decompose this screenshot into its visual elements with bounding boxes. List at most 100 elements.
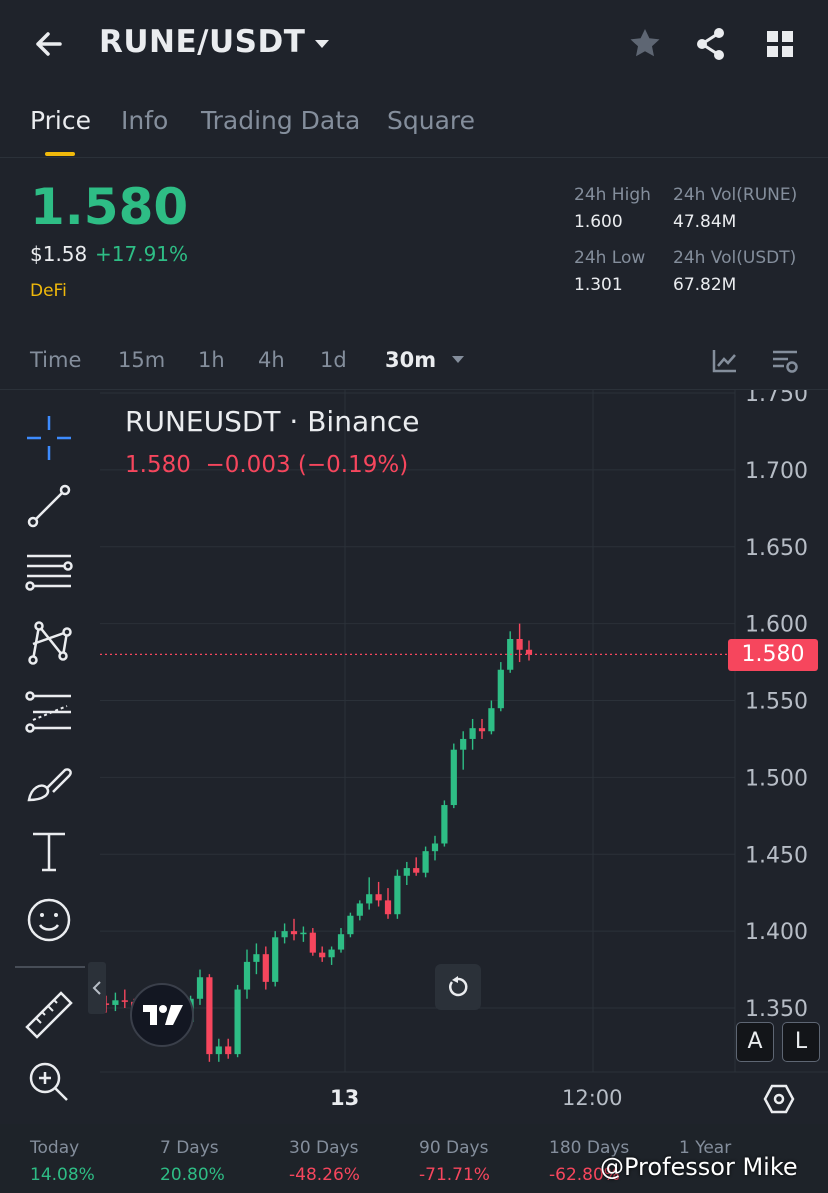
- toolbar-collapse-button[interactable]: [88, 962, 106, 1014]
- candle: [507, 631, 514, 673]
- log-scale-button[interactable]: L: [782, 1022, 820, 1062]
- candle: [394, 869, 401, 919]
- reset-icon: [449, 976, 468, 997]
- candle: [309, 928, 316, 956]
- candle: [525, 640, 533, 661]
- text-icon[interactable]: [23, 826, 75, 878]
- candle: [347, 912, 354, 938]
- chart-settings-icon[interactable]: [770, 346, 800, 376]
- interval-time[interactable]: Time: [30, 348, 81, 372]
- y-axis-tick: 1.700: [745, 459, 808, 484]
- candlestick-chart[interactable]: 1.750 1.700 1.650 1.600 1.550 1.500 1.450 1.400…: [0, 390, 828, 1124]
- candle: [262, 946, 269, 990]
- candle: [206, 974, 213, 1062]
- interval-4h[interactable]: 4h: [258, 348, 285, 372]
- candle: [422, 846, 429, 878]
- perf-value: -71.71%: [419, 1165, 490, 1185]
- chart-indicator-icon[interactable]: [710, 346, 740, 376]
- tradingview-icon: [143, 1005, 183, 1025]
- header: RUNE/USDT: [0, 0, 828, 88]
- candle: [300, 926, 307, 942]
- tab-trading-data[interactable]: Trading Data: [201, 106, 360, 135]
- candle: [516, 623, 523, 663]
- y-axis-tick: 1.600: [745, 613, 808, 638]
- candle: [469, 718, 476, 750]
- usd-price: $1.58: [30, 242, 88, 266]
- candle: [478, 718, 486, 739]
- stat-low-value: 1.301: [574, 275, 623, 295]
- candle: [450, 743, 457, 809]
- y-axis-tick: 1.650: [745, 536, 808, 561]
- auto-scale-button[interactable]: A: [736, 1022, 774, 1062]
- caret-down-icon[interactable]: [312, 34, 332, 54]
- zoom-in-icon[interactable]: [23, 1056, 75, 1108]
- crosshair-icon[interactable]: [23, 412, 75, 464]
- share-icon[interactable]: [691, 24, 731, 64]
- interval-30m[interactable]: 30m: [385, 348, 436, 372]
- candle: [384, 888, 392, 919]
- category-tag[interactable]: DeFi: [30, 281, 67, 301]
- perf-label: 30 Days: [289, 1138, 359, 1158]
- chart-ohlc-label: 1.580 −0.003 (−0.19%): [125, 452, 409, 478]
- stat-high-label: 24h High: [574, 185, 651, 205]
- toolbar-divider: [15, 966, 85, 968]
- current-price-badge: 1.580: [728, 639, 818, 671]
- grid-icon[interactable]: [760, 24, 800, 64]
- y-axis-tick: 1.450: [745, 843, 808, 868]
- y-axis-tick: 1.350: [745, 997, 808, 1022]
- interval-1h[interactable]: 1h: [198, 348, 225, 372]
- candle: [290, 918, 298, 941]
- interval-1d[interactable]: 1d: [320, 348, 347, 372]
- interval-15m[interactable]: 15m: [118, 348, 165, 372]
- candle: [272, 931, 279, 987]
- fib-icon[interactable]: [23, 686, 75, 738]
- y-axis-tick: 1.500: [745, 766, 808, 791]
- x-axis-tick: 12:00: [562, 1086, 623, 1110]
- y-axis-tick: 1.400: [745, 920, 808, 945]
- stat-vol-base-label: 24h Vol(RUNE): [673, 185, 798, 205]
- pattern-icon[interactable]: [23, 616, 75, 668]
- candle: [225, 1038, 232, 1059]
- perf-label: Today: [30, 1138, 80, 1158]
- ruler-icon[interactable]: [23, 989, 75, 1041]
- perf-label: 7 Days: [160, 1138, 219, 1158]
- horizontal-lines-icon[interactable]: [23, 548, 75, 600]
- star-icon[interactable]: [625, 24, 665, 64]
- pair-title[interactable]: RUNE/USDT: [99, 24, 305, 60]
- trendline-icon[interactable]: [23, 480, 75, 532]
- candle: [375, 881, 382, 907]
- candle: [196, 969, 204, 1005]
- candle: [243, 949, 251, 999]
- tradingview-logo[interactable]: [130, 983, 194, 1047]
- stat-low-label: 24h Low: [574, 248, 646, 268]
- candle: [234, 984, 241, 1058]
- candle: [337, 928, 345, 953]
- candle: [328, 946, 335, 965]
- chevron-left-icon: [92, 981, 101, 995]
- y-axis-tick: 1.750: [745, 390, 808, 407]
- chart-settings-hex-icon[interactable]: [762, 1082, 796, 1116]
- stat-vol-quote-label: 24h Vol(USDT): [673, 248, 797, 268]
- perf-label: 90 Days: [419, 1138, 489, 1158]
- reset-chart-button[interactable]: [435, 964, 481, 1010]
- y-axis-tick: 1.550: [745, 690, 808, 715]
- perf-value: 14.08%: [30, 1165, 95, 1185]
- candle: [253, 943, 260, 975]
- tab-info[interactable]: Info: [121, 106, 168, 135]
- candle: [488, 700, 495, 735]
- candle: [431, 835, 439, 861]
- candle: [413, 857, 420, 876]
- candle: [403, 861, 410, 885]
- x-axis-tick: 13: [330, 1086, 360, 1110]
- stat-vol-base-value: 47.84M: [673, 212, 737, 232]
- emoji-icon[interactable]: [23, 894, 75, 946]
- interval-caret-down-icon[interactable]: [449, 352, 467, 368]
- arrow-left-icon[interactable]: [30, 24, 70, 64]
- candle: [497, 662, 504, 712]
- last-price: 1.580: [30, 178, 189, 236]
- tab-price[interactable]: Price: [30, 106, 91, 135]
- brush-icon[interactable]: [23, 758, 75, 810]
- candle: [366, 877, 373, 910]
- perf-value: 20.80%: [160, 1165, 225, 1185]
- tab-square[interactable]: Square: [387, 106, 475, 135]
